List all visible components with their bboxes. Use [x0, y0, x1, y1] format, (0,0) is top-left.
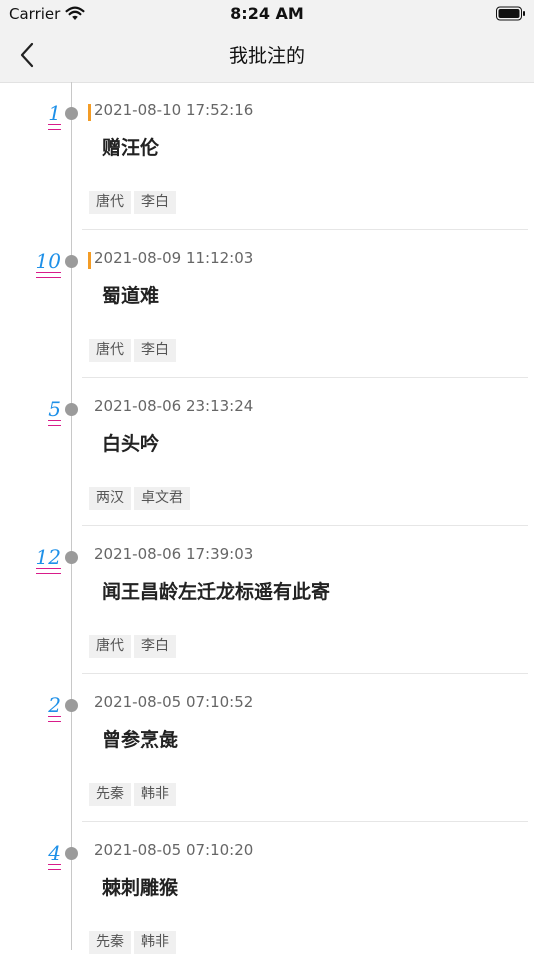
entry-title[interactable]: 赠汪伦: [102, 133, 159, 160]
timeline-dot: [65, 699, 78, 712]
entry-tags: 唐代 李白: [89, 339, 176, 362]
timeline-dot: [65, 847, 78, 860]
entry-title[interactable]: 曾参烹彘: [102, 725, 178, 752]
entry-datetime: 2021-08-06 17:39:03: [94, 545, 254, 563]
timeline-dot: [65, 551, 78, 564]
entry-tags: 两汉 卓文君: [89, 487, 190, 510]
highlight-marker: [88, 252, 91, 269]
entry-tags: 先秦 韩非: [89, 931, 176, 954]
tag-author[interactable]: 李白: [134, 191, 176, 214]
tag-dynasty[interactable]: 先秦: [89, 783, 131, 806]
list-item[interactable]: 2 2021-08-05 07:10:52 曾参烹彘 先秦 韩非: [0, 674, 534, 822]
annotation-count: 4: [48, 842, 61, 870]
annotation-count: 2: [48, 694, 61, 722]
entry-title[interactable]: 棘刺雕猴: [102, 873, 178, 900]
battery-icon: [496, 6, 525, 21]
entry-title[interactable]: 蜀道难: [102, 281, 159, 308]
tag-author[interactable]: 卓文君: [134, 487, 190, 510]
tag-author[interactable]: 韩非: [134, 783, 176, 806]
list-item[interactable]: 12 2021-08-06 17:39:03 闻王昌龄左迁龙标遥有此寄 唐代 李…: [0, 526, 534, 674]
entry-datetime: 2021-08-09 11:12:03: [94, 249, 254, 267]
list-item[interactable]: 1 2021-08-10 17:52:16 赠汪伦 唐代 李白: [0, 82, 534, 230]
tag-dynasty[interactable]: 两汉: [89, 487, 131, 510]
navigation-bar: 我批注的: [0, 28, 534, 83]
entry-title[interactable]: 闻王昌龄左迁龙标遥有此寄: [102, 577, 330, 604]
annotation-count: 5: [48, 398, 61, 426]
timeline-dot: [65, 255, 78, 268]
page-title: 我批注的: [228, 45, 305, 67]
entry-tags: 唐代 李白: [89, 635, 176, 658]
annotation-count: 10: [35, 250, 61, 278]
tag-dynasty[interactable]: 唐代: [89, 635, 131, 658]
tag-dynasty[interactable]: 先秦: [89, 931, 131, 954]
entry-datetime: 2021-08-05 07:10:52: [94, 693, 254, 711]
annotation-list: 1 2021-08-10 17:52:16 赠汪伦 唐代 李白 10 2021-…: [0, 82, 534, 970]
annotation-count: 1: [48, 102, 61, 130]
tag-author[interactable]: 李白: [134, 339, 176, 362]
timeline-dot: [65, 403, 78, 416]
tag-author[interactable]: 李白: [134, 635, 176, 658]
highlight-marker: [88, 104, 91, 121]
entry-datetime: 2021-08-05 07:10:20: [94, 841, 254, 859]
entry-tags: 唐代 李白: [89, 191, 176, 214]
status-time: 8:24 AM: [230, 4, 304, 23]
tag-dynasty[interactable]: 唐代: [89, 191, 131, 214]
entry-title[interactable]: 白头吟: [102, 429, 159, 456]
list-item[interactable]: 5 2021-08-06 23:13:24 白头吟 两汉 卓文君: [0, 378, 534, 526]
entry-datetime: 2021-08-06 23:13:24: [94, 397, 254, 415]
tag-author[interactable]: 韩非: [134, 931, 176, 954]
status-bar: Carrier 8:24 AM: [0, 0, 534, 28]
tag-dynasty[interactable]: 唐代: [89, 339, 131, 362]
annotation-count: 12: [35, 546, 61, 574]
entry-tags: 先秦 韩非: [89, 783, 176, 806]
list-item[interactable]: 10 2021-08-09 11:12:03 蜀道难 唐代 李白: [0, 230, 534, 378]
entry-datetime: 2021-08-10 17:52:16: [94, 101, 254, 119]
timeline-dot: [65, 107, 78, 120]
list-item[interactable]: 4 2021-08-05 07:10:20 棘刺雕猴 先秦 韩非: [0, 822, 534, 970]
